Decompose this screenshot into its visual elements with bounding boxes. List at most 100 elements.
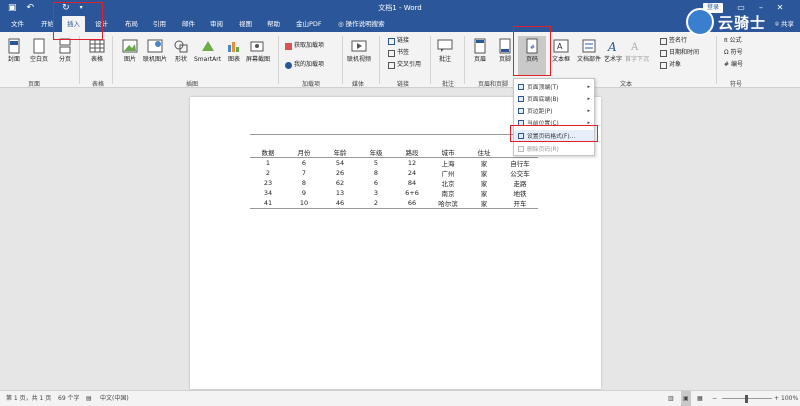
table-cell: 66	[407, 199, 417, 207]
zoom-level[interactable]: 100%	[781, 391, 798, 406]
zoom-out-icon[interactable]: −	[712, 391, 717, 406]
date-time-button[interactable]: 日期和时间	[660, 49, 699, 57]
my-addins-label: 我的加载项	[294, 61, 325, 68]
online-video-label: 联机视频	[347, 56, 372, 63]
table-button[interactable]: 表格	[89, 38, 105, 64]
signature-icon	[660, 37, 667, 45]
shapes-button[interactable]: 形状	[173, 38, 189, 64]
table-row: 1 6 54 5 12 上海 家 自行车	[250, 158, 538, 168]
table-cell: 9	[301, 189, 307, 197]
menu-item-label: 页面底端(B)	[527, 97, 559, 103]
language-status[interactable]: 中文(中国)	[100, 391, 129, 406]
tell-me-search[interactable]: ◎ 操作说明搜索	[333, 16, 390, 32]
table-cell: 家	[480, 170, 488, 178]
online-pictures-button[interactable]: 联机图片	[143, 38, 167, 64]
header-button[interactable]: 页眉	[472, 38, 488, 64]
table-header-cell: 年级	[369, 149, 383, 157]
table-cell: 家	[480, 180, 488, 188]
data-table[interactable]: 数据 月份 年龄 年级 路段 城市 住址 出行 1 6 54 5 12 上海 家…	[250, 147, 538, 209]
tab-layout[interactable]: 布局	[120, 16, 143, 32]
textbox-button[interactable]: A 文本框	[552, 38, 570, 64]
table-top-border	[250, 134, 547, 135]
smartart-label: SmartArt	[194, 56, 222, 63]
ribbon-tabs: 文件 开始 插入 设计 布局 引用 邮件 审阅 视图 帮助 金山PDF ◎ 操作…	[0, 16, 800, 32]
tab-help[interactable]: 帮助	[262, 16, 285, 32]
symbol-button[interactable]: Ω 符号	[724, 49, 743, 57]
bookmark-button[interactable]: 书签	[388, 49, 409, 57]
ribbon-insert: 封面 空白页 分页 页面 表格 表格 图片 联机图片 形状 SmartArt 图…	[0, 32, 800, 88]
menu-item-top-of-page[interactable]: 页面顶端(T) ▸	[514, 81, 594, 92]
zoom-in-icon[interactable]: +	[774, 391, 779, 406]
comment-icon	[437, 38, 453, 54]
proofing-icon[interactable]: ▤	[86, 391, 92, 406]
print-layout-icon[interactable]: ▣	[681, 391, 691, 406]
table-cell: 26	[335, 169, 345, 177]
save-icon[interactable]: ▣	[8, 0, 17, 16]
cover-page-icon	[6, 38, 22, 54]
status-bar: 第 1 页，共 1 页 69 个字 ▤ 中文(中国) ▥ ▣ ▦ − + 100…	[0, 390, 800, 406]
cover-page-button[interactable]: 封面	[6, 38, 22, 64]
get-addins-button[interactable]: 获取加载项	[285, 42, 324, 50]
drop-cap-button[interactable]: A 首字下沉	[625, 38, 649, 64]
number-button[interactable]: # 编号	[724, 61, 743, 69]
textbox-icon: A	[553, 38, 569, 54]
page-break-label: 分页	[58, 56, 71, 63]
menu-item-bottom-of-page[interactable]: 页面底端(B) ▸	[514, 93, 594, 104]
share-button[interactable]: ⍟ 共享	[775, 16, 794, 32]
chart-label: 图表	[227, 56, 240, 63]
chart-icon	[226, 38, 242, 54]
table-label: 表格	[90, 56, 103, 63]
table-cell: 南京	[441, 190, 455, 198]
zoom-slider-thumb[interactable]	[745, 395, 748, 403]
footer-button[interactable]: 页脚	[497, 38, 513, 64]
pictures-button[interactable]: 图片	[122, 38, 138, 64]
tab-file[interactable]: 文件	[6, 16, 29, 32]
tab-mailings[interactable]: 邮件	[177, 16, 200, 32]
group-separator	[716, 36, 717, 84]
group-separator	[79, 36, 80, 84]
equation-button[interactable]: π 公式	[724, 37, 742, 45]
tab-review[interactable]: 审阅	[205, 16, 228, 32]
tab-view[interactable]: 视图	[234, 16, 257, 32]
tab-kingsoft-pdf[interactable]: 金山PDF	[291, 16, 327, 32]
menu-item-label: 页面顶端(T)	[527, 85, 559, 91]
my-addins-button[interactable]: 我的加载项	[285, 61, 324, 69]
table-header-cell: 住址	[477, 149, 491, 157]
wordart-button[interactable]: A 艺术字	[604, 38, 622, 64]
wordart-label: 艺术字	[604, 56, 623, 63]
table-cell: 23	[263, 179, 273, 187]
table-cell: 6	[373, 179, 379, 187]
group-separator	[379, 36, 380, 84]
quick-parts-button[interactable]: 文档部件	[577, 38, 601, 64]
svg-text:A: A	[607, 40, 617, 53]
blank-page-button[interactable]: 空白页	[30, 38, 48, 64]
tab-references[interactable]: 引用	[148, 16, 171, 32]
group-label-table: 表格	[92, 81, 105, 88]
smartart-button[interactable]: SmartArt	[194, 38, 221, 64]
screenshot-button[interactable]: 屏幕截图	[246, 38, 270, 64]
page-count[interactable]: 第 1 页，共 1 页	[6, 391, 51, 406]
close-icon[interactable]: ✕	[770, 0, 790, 16]
knight-icon	[686, 8, 714, 36]
comment-button[interactable]: 批注	[437, 38, 453, 64]
table-header-cell: 月份	[297, 149, 311, 157]
table-cell: 走路	[513, 180, 527, 188]
link-button[interactable]: 链接	[388, 37, 409, 45]
read-mode-icon[interactable]: ▥	[668, 391, 674, 406]
svg-text:A: A	[557, 42, 563, 51]
bookmark-icon	[388, 49, 395, 57]
word-count[interactable]: 69 个字	[58, 391, 80, 406]
online-video-button[interactable]: 联机视频	[347, 38, 371, 64]
undo-icon[interactable]: ↶	[27, 0, 35, 16]
menu-item-remove-page-numbers[interactable]: 删除页码(R)	[514, 143, 594, 154]
object-button[interactable]: 对象	[660, 61, 681, 69]
quick-parts-label: 文档部件	[577, 56, 602, 63]
group-label-illustrations: 插图	[186, 81, 199, 88]
web-layout-icon[interactable]: ▦	[697, 391, 703, 406]
cross-reference-button[interactable]: 交叉引用	[388, 61, 421, 69]
page-break-button[interactable]: 分页	[57, 38, 73, 64]
chart-button[interactable]: 图表	[226, 38, 242, 64]
signature-line-button[interactable]: 签名行	[660, 37, 687, 45]
group-separator	[278, 36, 279, 84]
menu-item-page-margins[interactable]: 页边距(P) ▸	[514, 105, 594, 116]
